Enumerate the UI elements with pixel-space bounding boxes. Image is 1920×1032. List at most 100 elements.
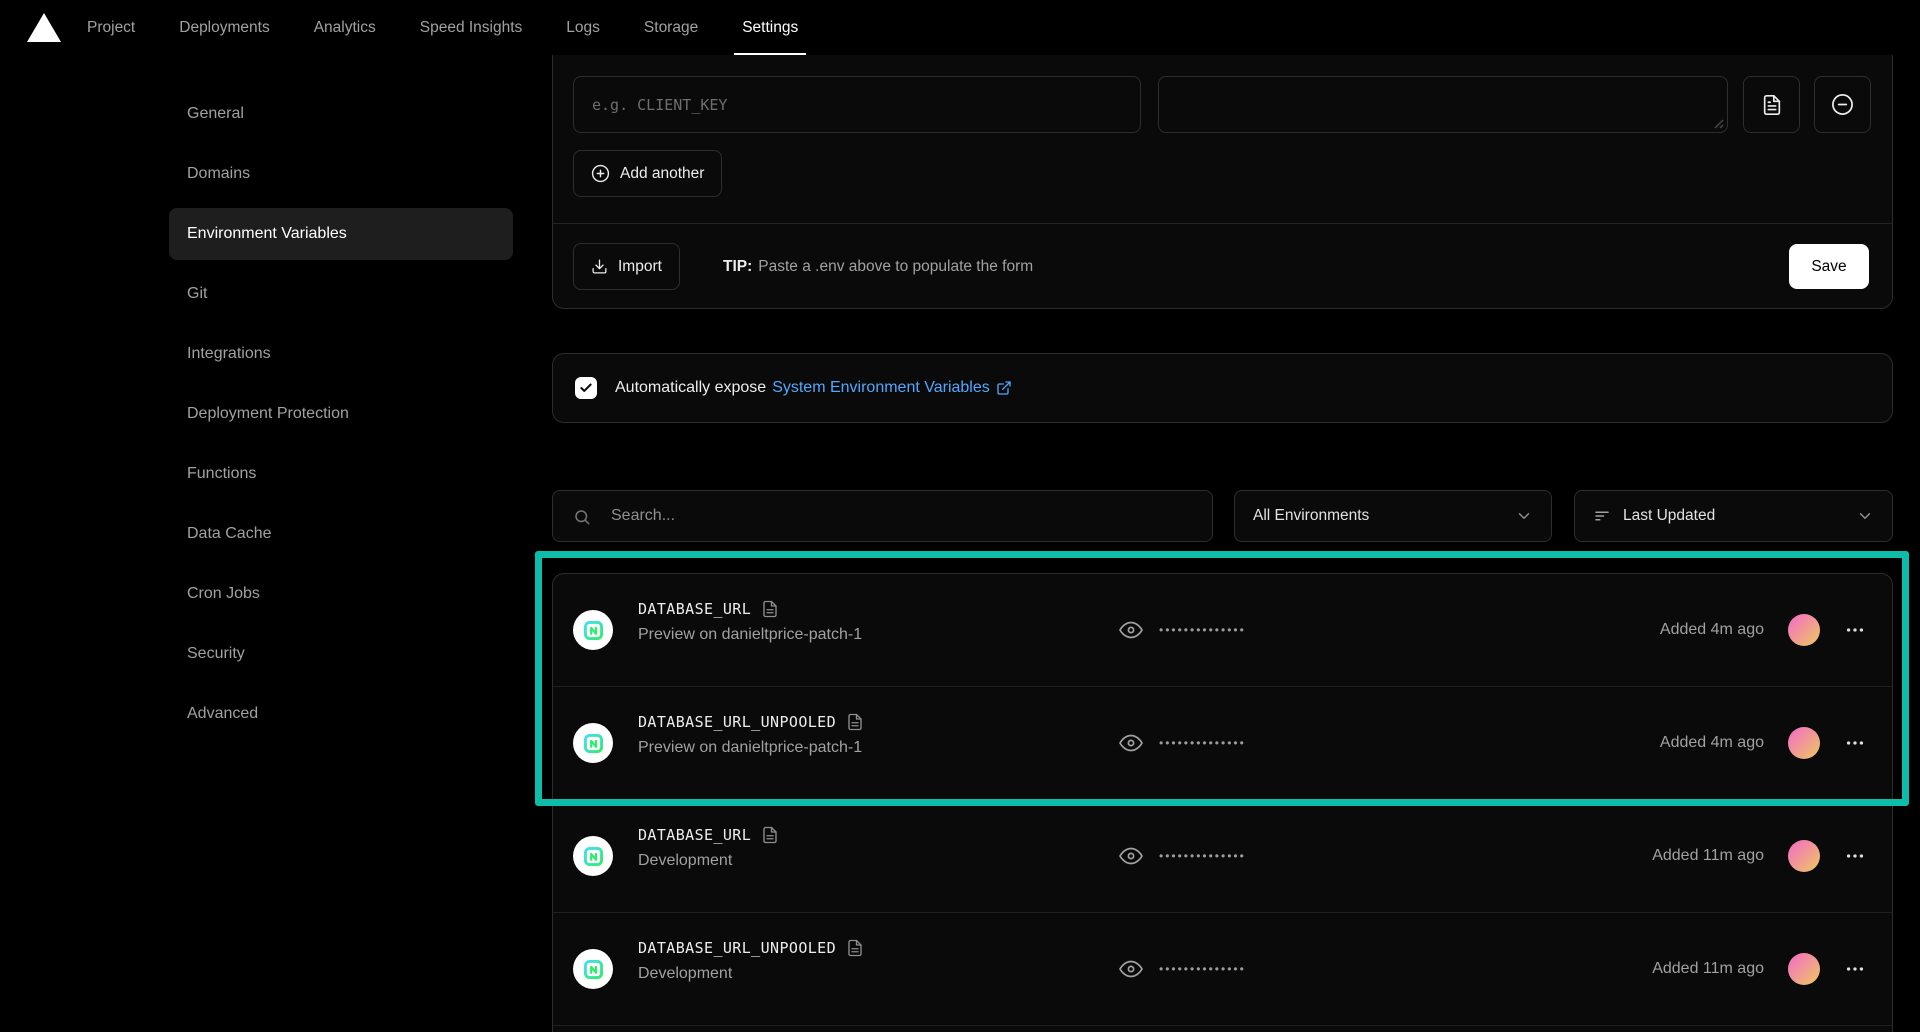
paste-env-file-button[interactable]: [1743, 76, 1800, 133]
sidebar-item[interactable]: Git: [169, 268, 513, 320]
env-var-text: DATABASE_URL Development: [638, 826, 779, 870]
ellipsis-icon: [1844, 958, 1866, 980]
env-key-input[interactable]: [573, 76, 1141, 133]
sidebar-item-label: Domains: [187, 165, 250, 183]
sidebar-item[interactable]: Data Cache: [169, 508, 513, 560]
environment-filter-value: All Environments: [1253, 507, 1369, 525]
expose-text: Automatically expose: [615, 379, 766, 397]
download-icon: [591, 258, 608, 275]
nav-tab[interactable]: Storage: [644, 0, 698, 55]
masked-value: ••••••••••••••: [1159, 731, 1246, 755]
note-icon[interactable]: [761, 600, 779, 618]
row-menu-button[interactable]: [1844, 958, 1866, 980]
remove-row-button[interactable]: [1814, 76, 1871, 133]
masked-value: ••••••••••••••: [1159, 844, 1246, 868]
tip-label: TIP:: [723, 258, 752, 276]
eye-icon[interactable]: [1119, 731, 1143, 755]
note-icon[interactable]: [846, 713, 864, 731]
sidebar-item[interactable]: General: [169, 88, 513, 140]
chevron-down-icon: [1515, 507, 1533, 525]
sidebar-item[interactable]: Cron Jobs: [169, 568, 513, 620]
external-link-icon: [996, 380, 1012, 396]
eye-icon[interactable]: [1119, 844, 1143, 868]
vercel-logo-icon[interactable]: [27, 13, 61, 42]
env-var-environment: Preview on danieltprice-patch-1: [638, 626, 862, 644]
check-icon: [579, 381, 593, 395]
masked-value: ••••••••••••••: [1159, 957, 1246, 981]
env-var-row[interactable]: DATABASE_URL Development: [553, 800, 1892, 913]
nav-tab[interactable]: Settings: [742, 0, 798, 55]
env-value-field: [1158, 76, 1728, 133]
sidebar-item-label: Security: [187, 645, 245, 663]
nav-tab[interactable]: Analytics: [314, 0, 376, 55]
import-tip: TIP: Paste a .env above to populate the …: [723, 243, 1033, 290]
add-env-var-card: Add another Import TIP: Paste a .env abo…: [552, 30, 1893, 309]
sidebar-item-label: Git: [187, 285, 207, 303]
sidebar-item[interactable]: Domains: [169, 148, 513, 200]
add-another-label: Add another: [620, 165, 704, 183]
nav-tab[interactable]: Deployments: [179, 0, 269, 55]
added-time: Added 4m ago: [1660, 734, 1764, 752]
file-text-icon: [1761, 94, 1783, 116]
neon-logo-icon: [573, 723, 613, 763]
search-input[interactable]: [611, 491, 1200, 541]
sidebar-item[interactable]: Environment Variables: [169, 208, 513, 260]
row-menu-button[interactable]: [1844, 619, 1866, 641]
ellipsis-icon: [1844, 845, 1866, 867]
env-var-row[interactable]: DATABASE_URL Preview on danieltprice-pat…: [553, 574, 1892, 687]
sort-by-value: Last Updated: [1623, 507, 1715, 525]
note-icon[interactable]: [761, 826, 779, 844]
environment-filter-select[interactable]: All Environments: [1234, 490, 1552, 542]
env-var-row[interactable]: DATABASE_URL_UNPOOLED Preview on danielt…: [553, 687, 1892, 800]
eye-icon[interactable]: [1119, 618, 1143, 642]
sidebar-item[interactable]: Integrations: [169, 328, 513, 380]
search-icon: [573, 508, 591, 526]
sidebar-item-label: Advanced: [187, 705, 258, 723]
env-var-environment: Development: [638, 852, 779, 870]
nav-tab-label: Analytics: [314, 19, 376, 37]
env-var-row-meta: Added 11m ago: [1652, 913, 1892, 1025]
search-box: [552, 490, 1213, 542]
avatar: [1788, 614, 1820, 646]
nav-tab-label: Storage: [644, 19, 698, 37]
eye-icon[interactable]: [1119, 957, 1143, 981]
nav-tab-label: Project: [87, 19, 135, 37]
env-var-name: DATABASE_URL: [638, 826, 751, 844]
plus-circle-icon: [591, 164, 610, 183]
note-icon[interactable]: [846, 939, 864, 957]
sidebar-item-label: General: [187, 105, 244, 123]
neon-logo-icon: [573, 610, 613, 650]
env-var-name: DATABASE_URL_UNPOOLED: [638, 939, 836, 957]
env-var-row-meta: Added 4m ago: [1660, 574, 1892, 686]
import-button[interactable]: Import: [573, 243, 680, 290]
env-var-text: DATABASE_URL_UNPOOLED Preview on danielt…: [638, 713, 864, 757]
nav-tab[interactable]: Logs: [566, 0, 600, 55]
system-env-variables-link[interactable]: System Environment Variables: [772, 379, 1012, 397]
sidebar-item-label: Functions: [187, 465, 256, 483]
ellipsis-icon: [1844, 732, 1866, 754]
env-var-environment: Preview on danieltprice-patch-1: [638, 739, 864, 757]
env-var-text: DATABASE_URL_UNPOOLED Development: [638, 939, 864, 983]
row-menu-button[interactable]: [1844, 845, 1866, 867]
sort-by-select[interactable]: Last Updated: [1574, 490, 1893, 542]
nav-tab[interactable]: Speed Insights: [420, 0, 523, 55]
save-button[interactable]: Save: [1789, 244, 1869, 289]
env-var-text: DATABASE_URL Preview on danieltprice-pat…: [638, 600, 862, 644]
sidebar-item-label: Cron Jobs: [187, 585, 260, 603]
sidebar-item[interactable]: Functions: [169, 448, 513, 500]
neon-logo-icon: [573, 949, 613, 989]
nav-tab[interactable]: Project: [87, 0, 135, 55]
sidebar-item[interactable]: Deployment Protection: [169, 388, 513, 440]
sidebar-item[interactable]: Advanced: [169, 688, 513, 740]
env-var-row[interactable]: DATABASE_URL_UNPOOLED Development: [553, 913, 1892, 1026]
masked-value: ••••••••••••••: [1159, 618, 1246, 642]
row-menu-button[interactable]: [1844, 732, 1866, 754]
nav-tab-label: Speed Insights: [420, 19, 523, 37]
add-another-button[interactable]: Add another: [573, 150, 722, 197]
env-value-input[interactable]: [1158, 76, 1728, 133]
nav-tab-label: Logs: [566, 19, 600, 37]
sidebar-item-label: Data Cache: [187, 525, 272, 543]
sidebar-item[interactable]: Security: [169, 628, 513, 680]
settings-sidebar: General Domains Environment Variables Gi…: [0, 55, 550, 1032]
expose-checkbox[interactable]: [575, 377, 597, 399]
